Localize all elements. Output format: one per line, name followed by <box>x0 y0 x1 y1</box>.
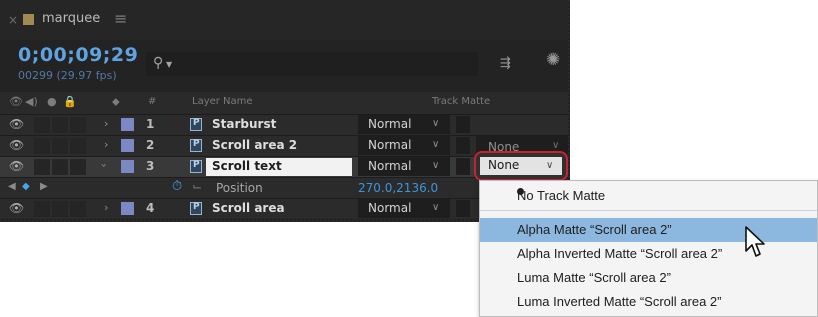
menu-item-label: Luma Inverted Matte “Scroll area 2” <box>517 294 722 309</box>
search-icon: ⚲ <box>153 55 164 71</box>
previous-keyframe-icon[interactable]: ◀ <box>8 181 16 192</box>
solo-toggle[interactable] <box>52 201 68 217</box>
track-matte-column-header[interactable]: Track Matte <box>432 96 490 107</box>
number-column-header: # <box>148 96 157 107</box>
chevron-down-icon: ∨ <box>546 160 554 171</box>
graph-editor-icon[interactable]: ⌙ <box>192 179 202 193</box>
chevron-down-icon: ∨ <box>432 118 440 129</box>
layer-number: 3 <box>146 159 155 173</box>
layer-name[interactable]: Scroll area <box>212 201 285 215</box>
expand-arrow-icon[interactable]: › <box>104 201 108 214</box>
label-color-swatch[interactable] <box>121 139 134 152</box>
property-value[interactable]: 270.0,2136.0 <box>358 181 438 195</box>
blend-mode-dropdown[interactable]: Normal ∨ <box>358 157 450 176</box>
expand-arrow-icon[interactable]: › <box>104 138 108 151</box>
layer-name[interactable]: Scroll area 2 <box>212 138 297 152</box>
layer-search-field[interactable]: ⚲ ▼ <box>146 52 478 76</box>
close-tab-icon[interactable]: × <box>8 13 18 27</box>
menu-item-label: Alpha Inverted Matte “Scroll area 2” <box>517 246 723 261</box>
add-keyframe-icon[interactable]: ◆ <box>22 181 30 192</box>
expand-arrow-icon[interactable]: › <box>104 117 108 130</box>
visibility-eye-icon[interactable]: 👁 <box>9 159 24 173</box>
chevron-down-icon: ∨ <box>432 160 440 171</box>
track-matte-dropdown-open[interactable]: None ∨ <box>474 151 568 181</box>
blend-mode-value: Normal <box>368 201 412 215</box>
track-matte-value: None <box>488 158 520 172</box>
blend-mode-dropdown[interactable]: Normal ∨ <box>358 199 450 218</box>
solo-toggle[interactable] <box>52 117 68 133</box>
composition-mini-flowchart-icon[interactable]: ⇶ <box>500 56 511 71</box>
layer-number: 4 <box>146 201 155 215</box>
visibility-eye-icon[interactable]: 👁 <box>9 138 24 152</box>
solo-toggle[interactable] <box>52 159 68 175</box>
photoshop-layer-icon <box>190 160 202 173</box>
preserve-transparency-toggle[interactable] <box>456 116 470 133</box>
panel-tab-bar: × marquee ≡ <box>0 0 568 40</box>
solo-header-icon: ● <box>47 95 57 108</box>
menu-item-luma-matte[interactable]: Luma Matte “Scroll area 2” <box>480 266 817 290</box>
video-visibility-header-icon: 👁 <box>9 95 23 108</box>
photoshop-layer-icon <box>190 202 202 215</box>
mouse-pointer-icon <box>745 226 765 257</box>
blend-mode-dropdown[interactable]: Normal ∨ <box>358 115 450 134</box>
audio-header-icon: ◀) <box>25 95 38 108</box>
layer-number: 1 <box>146 117 155 131</box>
preserve-transparency-toggle[interactable] <box>456 137 470 154</box>
preserve-transparency-toggle[interactable] <box>456 200 470 217</box>
menu-divider <box>480 210 817 211</box>
menu-item-label: Luma Matte “Scroll area 2” <box>517 270 671 285</box>
solo-toggle[interactable] <box>52 138 68 154</box>
next-keyframe-icon[interactable]: ▶ <box>40 181 48 192</box>
layer-name-field[interactable]: Scroll text <box>206 158 352 176</box>
chevron-down-icon: ∨ <box>432 202 440 213</box>
lock-toggle[interactable] <box>70 159 86 175</box>
photoshop-layer-icon <box>190 139 202 152</box>
audio-toggle[interactable] <box>34 138 50 154</box>
blend-mode-dropdown[interactable]: Normal ∨ <box>358 136 450 155</box>
audio-toggle[interactable] <box>34 117 50 133</box>
label-color-swatch[interactable] <box>121 160 134 173</box>
visibility-eye-icon[interactable]: 👁 <box>9 201 24 215</box>
chevron-down-icon: ∨ <box>432 139 440 150</box>
menu-item-luma-inverted-matte[interactable]: Luma Inverted Matte “Scroll area 2” <box>480 290 817 314</box>
visibility-eye-icon[interactable]: 👁 <box>9 117 24 131</box>
menu-item-label: No Track Matte <box>517 188 606 203</box>
current-time-display[interactable]: 0;00;09;29 <box>18 44 138 66</box>
property-name: Position <box>216 181 263 195</box>
photoshop-layer-icon <box>190 118 202 131</box>
layer-number: 2 <box>146 138 155 152</box>
layer-name: Scroll text <box>212 159 282 173</box>
composition-tab-name[interactable]: marquee <box>42 11 100 26</box>
audio-toggle[interactable] <box>34 159 50 175</box>
composition-color-swatch <box>23 14 34 25</box>
chevron-down-icon: ∨ <box>552 140 560 151</box>
menu-item-label: Alpha Matte “Scroll area 2” <box>517 222 672 237</box>
stopwatch-icon[interactable]: ⏱ <box>172 179 182 194</box>
menu-item-no-track-matte[interactable]: No Track Matte <box>480 184 817 208</box>
blend-mode-value: Normal <box>368 159 412 173</box>
frame-count-label: 00299 (29.97 fps) <box>18 69 117 82</box>
draft-3d-icon[interactable]: ✺ <box>546 50 560 70</box>
layer-name[interactable]: Starburst <box>212 117 276 131</box>
lock-toggle[interactable] <box>70 117 86 133</box>
lock-toggle[interactable] <box>70 138 86 154</box>
label-color-swatch[interactable] <box>121 118 134 131</box>
lock-header-icon: 🔒 <box>63 95 77 108</box>
label-header-icon: ⬥ <box>112 95 120 108</box>
blend-mode-value: Normal <box>368 117 412 131</box>
lock-toggle[interactable] <box>70 201 86 217</box>
blend-mode-value: Normal <box>368 138 412 152</box>
layer-column-header: 👁 ◀) ● 🔒 ⬥ # Layer Name Track Matte <box>0 92 568 114</box>
audio-toggle[interactable] <box>34 201 50 217</box>
search-dropdown-caret[interactable]: ▼ <box>166 60 172 69</box>
track-matte-select[interactable]: None ∨ <box>480 157 562 175</box>
panel-menu-icon[interactable]: ≡ <box>114 9 127 28</box>
label-color-swatch[interactable] <box>121 202 134 215</box>
preserve-transparency-toggle[interactable] <box>456 158 470 175</box>
layer-row[interactable]: 👁 › 1 Starburst Normal ∨ <box>0 114 568 135</box>
layer-name-column-header[interactable]: Layer Name <box>192 96 253 107</box>
expand-arrow-icon[interactable]: › <box>98 163 111 167</box>
